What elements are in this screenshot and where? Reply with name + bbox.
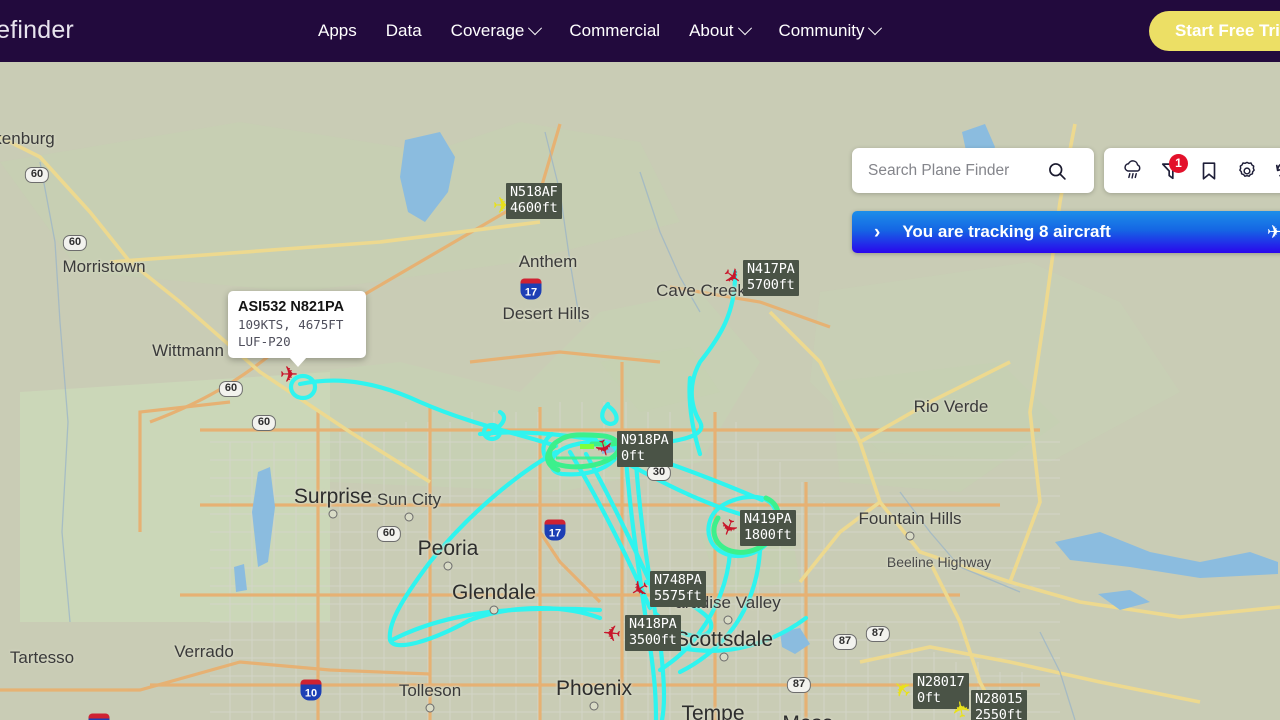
chevron-right-icon[interactable]: › bbox=[874, 223, 880, 242]
map-place-label: Wittmann bbox=[152, 341, 224, 360]
us-route-shield-icon: 87 bbox=[865, 626, 891, 642]
filter-icon[interactable]: 1 bbox=[1160, 153, 1188, 182]
tracking-banner-text: You are tracking 8 aircraft bbox=[902, 222, 1111, 241]
weather-radar-icon[interactable] bbox=[1122, 159, 1144, 182]
map-place-label: Verrado bbox=[174, 642, 234, 661]
aircraft-label[interactable]: N918PA 0ft bbox=[617, 431, 673, 467]
nav-label-data: Data bbox=[385, 21, 422, 40]
map-city-dot bbox=[719, 652, 729, 662]
aircraft-icon[interactable]: ✈ bbox=[602, 619, 623, 646]
chevron-down-icon bbox=[868, 21, 883, 36]
interstate-shield-icon: 17 bbox=[520, 278, 542, 300]
map-city-dot bbox=[905, 531, 915, 541]
gear-icon[interactable] bbox=[1236, 160, 1258, 182]
us-route-shield-icon: 60 bbox=[376, 526, 402, 542]
map-city-dot bbox=[404, 512, 414, 522]
map-place-label: Sun City bbox=[376, 490, 442, 509]
map-place-label: Desert Hills bbox=[502, 304, 590, 323]
nav-item-coverage[interactable]: Coverage bbox=[450, 21, 543, 41]
tracking-banner[interactable]: › You are tracking 8 aircraft ✈ bbox=[852, 211, 1280, 253]
map-place-label: Tartesso bbox=[9, 648, 75, 667]
nav-item-data[interactable]: Data bbox=[386, 21, 422, 41]
map-city-dot bbox=[425, 703, 435, 713]
map-city-dot bbox=[489, 605, 499, 615]
map-place-label: Phoenix bbox=[556, 677, 632, 700]
nav-label-commercial: Commercial bbox=[569, 21, 661, 40]
flight-map[interactable]: kenburg Morristown Wittmann Anthem Desert Hi… bbox=[0, 62, 1280, 720]
map-place-label: Anthem bbox=[518, 252, 578, 271]
us-route-shield-icon: 30 bbox=[646, 465, 672, 481]
nav-item-commercial[interactable]: Commercial bbox=[569, 21, 660, 41]
search-bar[interactable] bbox=[852, 148, 1094, 193]
aircraft-label[interactable]: N418PA 3500ft bbox=[625, 615, 681, 651]
map-city-dot bbox=[589, 701, 599, 711]
nav-item-apps[interactable]: Apps bbox=[318, 21, 357, 41]
map-city-dot bbox=[328, 509, 338, 519]
aircraft-label[interactable]: N518AF 4600ft bbox=[506, 183, 562, 219]
playback-history-icon[interactable] bbox=[1274, 160, 1280, 182]
map-toolbar: 1 bbox=[1104, 148, 1280, 193]
bookmark-icon[interactable] bbox=[1198, 160, 1220, 182]
top-navigation-bar: nefinder Apps Data Coverage Commercial A… bbox=[0, 0, 1280, 62]
interstate-shield-icon: 10 bbox=[88, 713, 110, 720]
us-route-shield-icon: 87 bbox=[786, 677, 812, 693]
map-place-label: Glendale bbox=[451, 581, 537, 604]
tooltip-callsign: ASI532 N821PA bbox=[238, 299, 345, 315]
logo-text: nefinder bbox=[0, 16, 74, 44]
map-place-label: Rio Verde bbox=[913, 397, 989, 416]
tracked-plane-icon: ✈ bbox=[1266, 221, 1280, 242]
nav-label-community: Community bbox=[778, 21, 865, 40]
search-input[interactable] bbox=[866, 160, 1045, 181]
aircraft-label[interactable]: N417PA 5700ft bbox=[743, 260, 799, 296]
interstate-shield-icon: 10 bbox=[300, 679, 322, 701]
aircraft-label[interactable]: N28015 2550ft bbox=[971, 690, 1027, 720]
map-place-label: Fountain Hills bbox=[858, 509, 962, 528]
nav-label-coverage: Coverage bbox=[450, 21, 525, 40]
tooltip-speed-altitude: 109KTS, 4675FT bbox=[238, 317, 344, 332]
start-free-trial-button[interactable]: Start Free Trial bbox=[1148, 11, 1280, 51]
us-route-shield-icon: 60 bbox=[218, 381, 244, 397]
cta-label: Start Free Trial bbox=[1174, 21, 1280, 40]
map-place-label: Tempe bbox=[681, 702, 745, 720]
filter-badge-count: 1 bbox=[1169, 153, 1188, 173]
map-place-label: Scottsdale bbox=[674, 628, 774, 651]
map-place-label: Peoria bbox=[417, 537, 479, 560]
chevron-down-icon bbox=[737, 21, 752, 36]
nav-links: Apps Data Coverage Commercial About Comm… bbox=[318, 0, 883, 62]
nav-item-community[interactable]: Community bbox=[778, 21, 883, 41]
nav-label-about: About bbox=[689, 21, 734, 40]
map-place-label: Beeline Highway bbox=[886, 554, 992, 570]
aircraft-label[interactable]: N419PA 1800ft bbox=[740, 510, 796, 546]
map-place-label: kenburg bbox=[0, 129, 55, 148]
search-icon[interactable] bbox=[1047, 161, 1067, 181]
map-city-dot bbox=[443, 561, 453, 571]
aircraft-label[interactable]: N748PA 5575ft bbox=[650, 571, 706, 607]
aircraft-tooltip[interactable]: ASI532 N821PA 109KTS, 4675FT LUF-P20 bbox=[228, 291, 366, 367]
map-place-label: Tolleson bbox=[398, 681, 462, 700]
us-route-shield-icon: 87 bbox=[832, 634, 858, 650]
map-place-label: Surprise bbox=[293, 485, 373, 508]
map-place-label: Morristown bbox=[62, 257, 146, 276]
us-route-shield-icon: 60 bbox=[24, 167, 50, 183]
planefinder-logo[interactable]: nefinder bbox=[0, 16, 74, 45]
tooltip-route: LUF-P20 bbox=[238, 334, 291, 349]
us-route-shield-icon: 60 bbox=[251, 415, 277, 431]
aircraft-icon-selected[interactable]: ✈ bbox=[280, 364, 298, 386]
map-city-dot bbox=[723, 615, 733, 625]
nav-label-apps: Apps bbox=[318, 21, 357, 40]
interstate-shield-icon: 17 bbox=[544, 519, 566, 541]
nav-item-about[interactable]: About bbox=[689, 21, 752, 41]
map-place-label: Mesa bbox=[782, 712, 833, 720]
chevron-down-icon bbox=[528, 21, 543, 36]
us-route-shield-icon: 60 bbox=[62, 235, 88, 251]
